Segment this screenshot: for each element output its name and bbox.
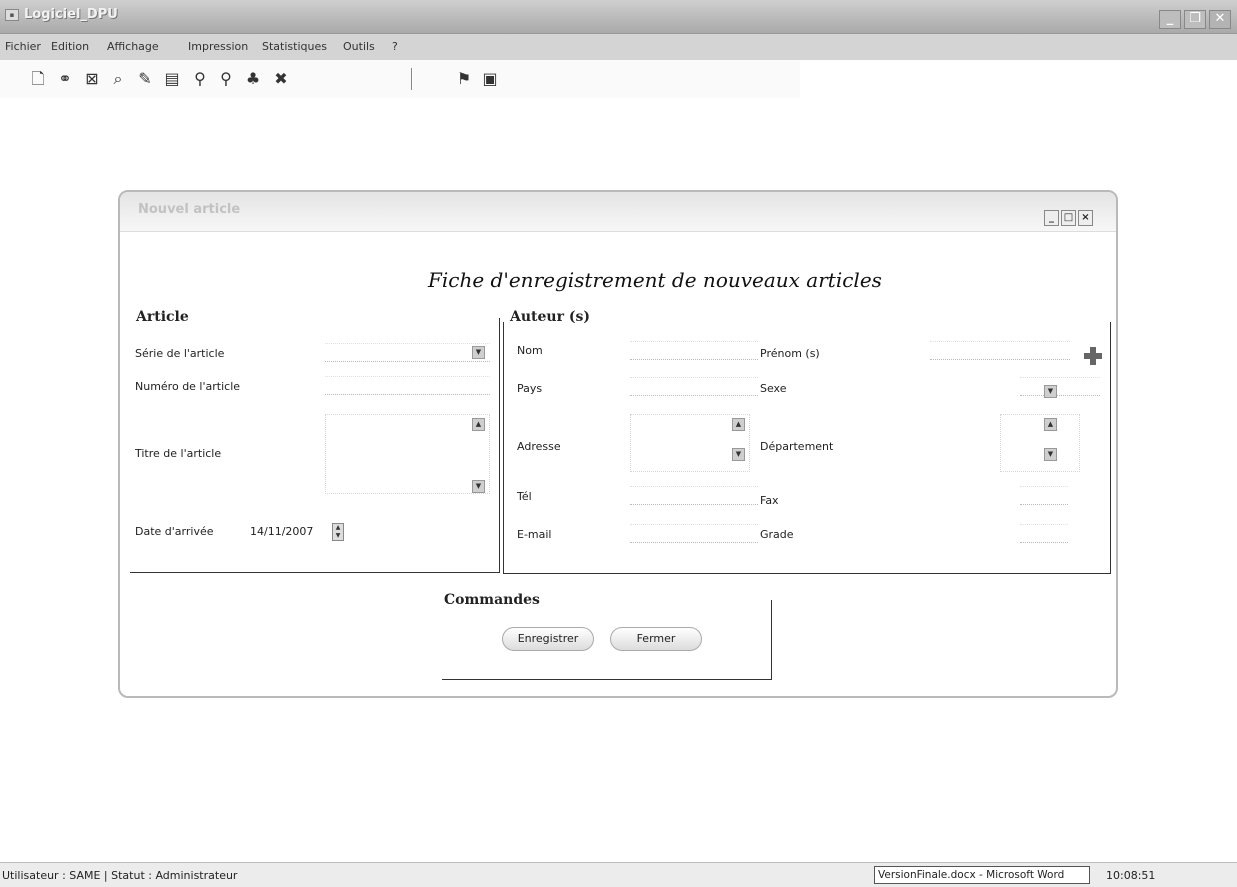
menu-edition[interactable]: Edition [51,40,89,53]
pays-field[interactable] [630,377,758,396]
adresse-label: Adresse [517,440,561,453]
scroll-up-icon[interactable]: ▲ [732,418,745,431]
child-title-bar: Nouvel article _ □ × [120,192,1116,232]
nom-label: Nom [517,344,543,357]
prenom-label: Prénom (s) [760,347,820,360]
new-document-icon[interactable]: 🗋 [28,69,48,89]
chevron-down-icon[interactable]: ▼ [472,346,485,359]
auteur-group-label: Auteur (s) [508,309,592,325]
menu-outils[interactable]: Outils [343,40,375,53]
numero-label: Numéro de l'article [135,380,241,393]
flag-icon[interactable]: ⚑ [454,69,474,89]
date-value[interactable]: 14/11/2007 [250,525,313,538]
toolbar: 🗋 ⚭ ⊠ ⌕ ✎ ▤ ⚲ ⚲ ♣ ✖ ⚑ ▣ [0,60,800,98]
scroll-up-icon[interactable]: ▲ [472,418,485,431]
toolbar-separator [411,68,413,90]
email-label: E-mail [517,528,552,541]
chevron-down-icon[interactable]: ▼ [1044,385,1057,398]
app-icon: ▪ [5,9,19,21]
report-icon[interactable]: ▤ [162,69,182,89]
titre-textarea[interactable] [325,414,490,494]
email-field[interactable] [630,524,758,543]
child-title: Nouvel article [138,202,241,217]
scroll-down-icon[interactable]: ▼ [732,448,745,461]
commandes-group-label: Commandes [442,592,542,608]
sexe-label: Sexe [760,382,787,395]
fax-label: Fax [760,494,779,507]
new-article-window: Nouvel article _ □ × Fiche d'enregistrem… [118,190,1118,698]
tel-label: Tél [517,490,532,503]
add-author-icon[interactable] [1084,347,1102,365]
grade-label: Grade [760,528,794,541]
save-button[interactable]: Enregistrer [502,627,594,651]
users-icon[interactable]: ♣ [243,69,263,89]
tools-icon[interactable]: ✖ [271,69,291,89]
prenom-field[interactable] [930,341,1070,360]
menu-impression[interactable]: Impression [188,40,248,53]
date-label: Date d'arrivée [135,525,214,538]
tel-field[interactable] [630,486,758,505]
user-status: Utilisateur : SAME | Statut : Administra… [2,869,238,882]
zoom-icon[interactable]: ⚲ [190,69,210,89]
form-heading: Fiche d'enregistrement de nouveaux artic… [428,268,882,292]
restore-icon[interactable]: ❐ [1184,10,1206,29]
menu-affichage[interactable]: Affichage [107,40,159,53]
commandes-group [442,600,772,680]
menu-bar: Fichier Edition Affichage Impression Sta… [0,34,1237,60]
close-icon[interactable]: ✕ [1209,10,1231,29]
serie-label: Série de l'article [135,347,225,360]
menu-help[interactable]: ? [392,40,398,53]
numero-field[interactable] [325,376,490,395]
app-title-bar: ▪ Logiciel_DPU _ ❐ ✕ [0,0,1237,34]
sexe-select[interactable] [1020,377,1100,396]
close-button[interactable]: Fermer [610,627,702,651]
child-minimize-icon[interactable]: _ [1044,210,1059,226]
child-maximize-icon[interactable]: □ [1061,210,1076,226]
menu-fichier[interactable]: Fichier [5,40,41,53]
scroll-down-icon[interactable]: ▼ [472,480,485,493]
nom-field[interactable] [630,341,758,360]
zoom-alt-icon[interactable]: ⚲ [216,69,236,89]
minimize-icon[interactable]: _ [1159,10,1181,29]
departement-select[interactable] [1000,414,1080,472]
departement-label: Département [760,440,834,453]
serie-select[interactable] [325,343,490,362]
edit-icon[interactable]: ✎ [135,69,155,89]
search-icon[interactable]: ⌕ [108,69,128,89]
grade-field[interactable] [1020,524,1068,543]
clock: 10:08:51 [1106,869,1156,882]
titre-label: Titre de l'article [135,447,222,460]
menu-statistiques[interactable]: Statistiques [262,40,327,53]
scroll-up-icon[interactable]: ▲ [1044,418,1057,431]
close-document-icon[interactable]: ⊠ [82,69,102,89]
display-icon[interactable]: ▣ [480,69,500,89]
article-group-label: Article [134,309,191,325]
pays-label: Pays [517,382,543,395]
chevron-down-icon[interactable]: ▼ [1044,448,1057,461]
fax-field[interactable] [1020,486,1068,505]
child-close-icon[interactable]: × [1078,210,1093,226]
taskbar-item[interactable]: VersionFinale.docx - Microsoft Word [874,866,1090,884]
link-icon[interactable]: ⚭ [55,69,75,89]
status-bar: Utilisateur : SAME | Statut : Administra… [0,862,1237,887]
app-title: Logiciel_DPU [24,7,118,22]
date-spinner-icon[interactable]: ▲ ▼ [332,523,344,541]
